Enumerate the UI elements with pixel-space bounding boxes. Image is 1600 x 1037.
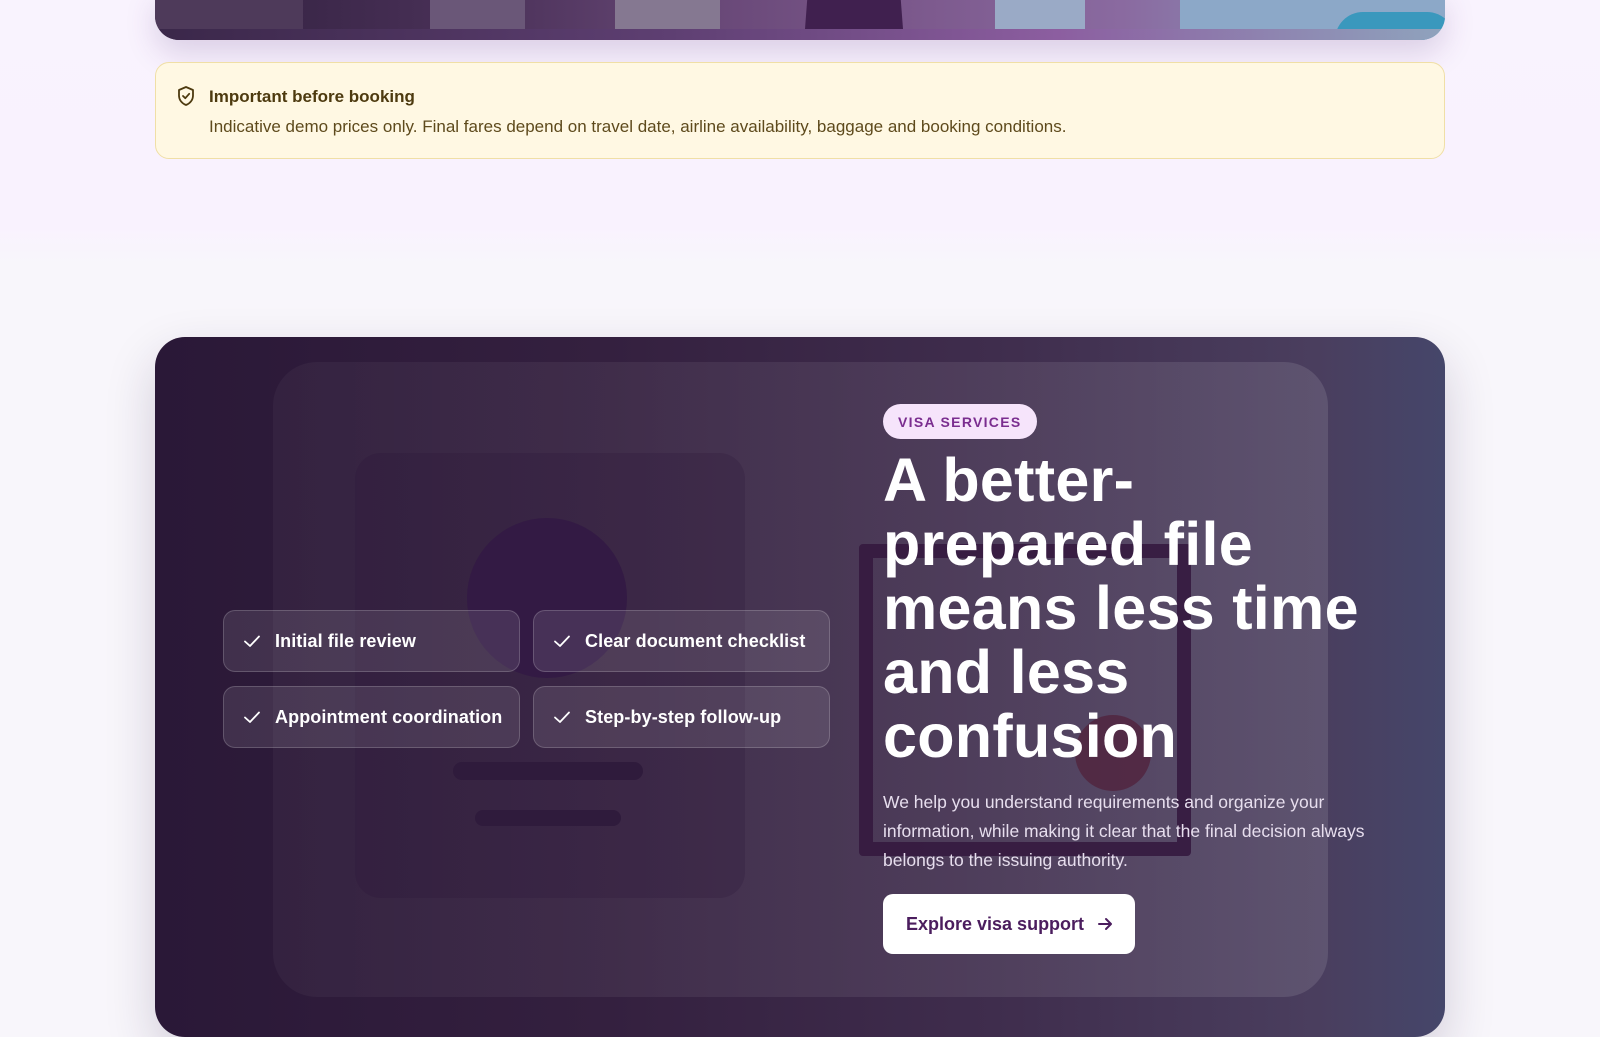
check-icon bbox=[552, 631, 572, 651]
hero-image-block bbox=[615, 0, 720, 29]
hero-image-ground bbox=[155, 29, 1445, 40]
feature-step-by-step-follow-up: Step-by-step follow-up bbox=[533, 686, 830, 748]
visa-services-badge: VISA SERVICES bbox=[883, 404, 1037, 439]
check-icon bbox=[242, 707, 262, 727]
feature-label: Step-by-step follow-up bbox=[585, 706, 782, 727]
visa-services-card: Initial file review Clear document check… bbox=[155, 337, 1445, 1037]
hero-image-block bbox=[155, 0, 303, 29]
visa-headline: A better-prepared file means less time a… bbox=[883, 446, 1359, 770]
passport-line bbox=[453, 762, 643, 780]
booking-notice: Important before booking Indicative demo… bbox=[155, 62, 1445, 159]
feature-initial-file-review: Initial file review bbox=[223, 610, 520, 672]
notice-title: Important before booking bbox=[209, 87, 415, 106]
visa-description: We help you understand requirements and … bbox=[883, 792, 1365, 870]
notice-text: Indicative demo prices only. Final fares… bbox=[209, 117, 1067, 136]
feature-label: Clear document checklist bbox=[585, 630, 806, 651]
explore-visa-support-button[interactable]: Explore visa support bbox=[883, 894, 1135, 954]
hero-image-figure bbox=[805, 0, 903, 29]
hero-image-block bbox=[995, 0, 1085, 29]
cta-label: Explore visa support bbox=[906, 913, 1085, 934]
feature-label: Initial file review bbox=[275, 630, 416, 651]
check-icon bbox=[552, 707, 572, 727]
feature-label: Appointment coordination bbox=[275, 706, 503, 727]
shield-check-icon bbox=[176, 85, 196, 107]
arrow-right-icon bbox=[1096, 915, 1114, 933]
hero-image-card bbox=[155, 0, 1445, 40]
hero-image-block bbox=[430, 0, 525, 29]
feature-appointment-coordination: Appointment coordination bbox=[223, 686, 520, 748]
check-icon bbox=[242, 631, 262, 651]
feature-clear-document-checklist: Clear document checklist bbox=[533, 610, 830, 672]
passport-line bbox=[475, 810, 621, 826]
